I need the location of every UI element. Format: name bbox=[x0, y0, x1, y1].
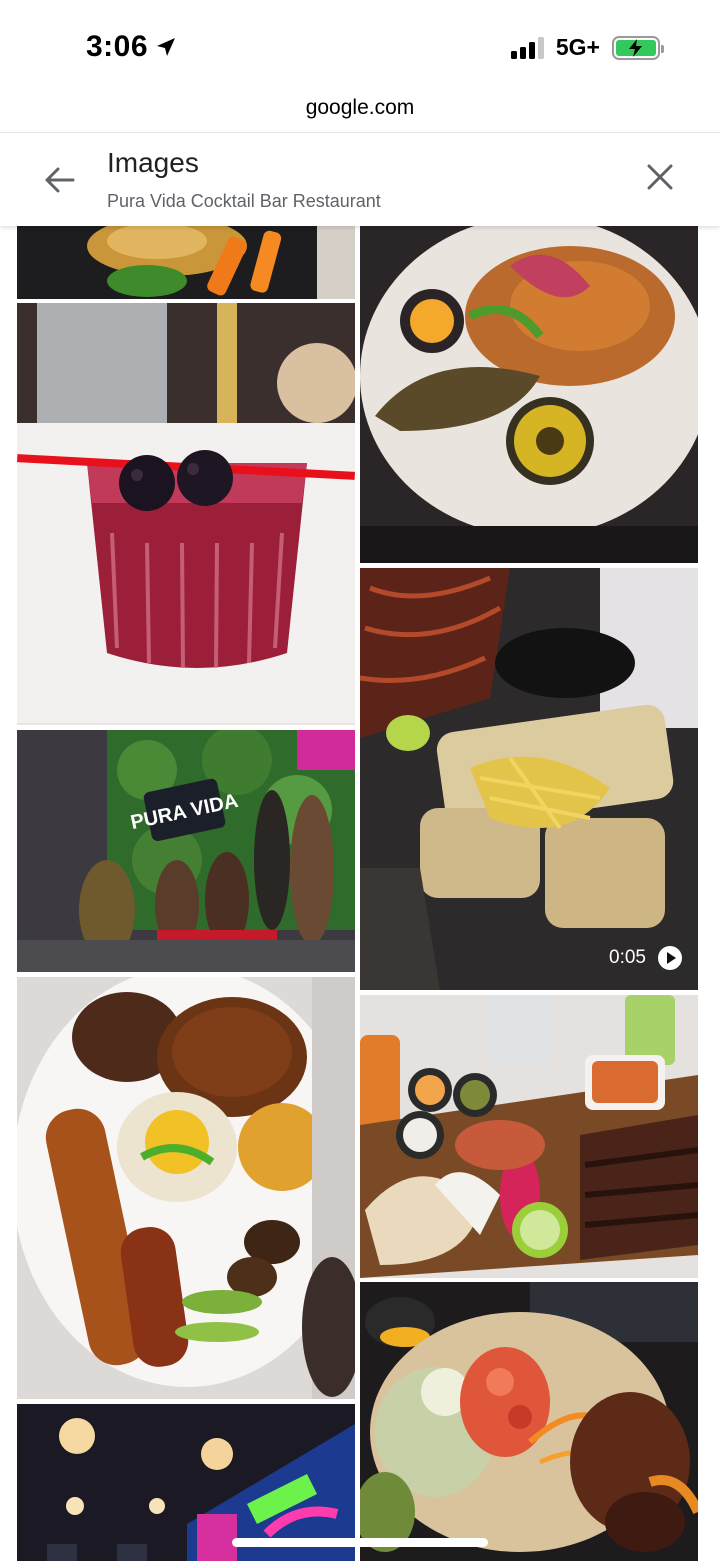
close-icon bbox=[647, 164, 673, 190]
status-time: 3:06 bbox=[86, 30, 149, 63]
image-tile-steak-board[interactable] bbox=[360, 995, 698, 1278]
video-duration: 0:05 bbox=[609, 947, 646, 968]
image-tile-salad-bowl[interactable] bbox=[360, 1282, 698, 1561]
cellular-signal-icon bbox=[510, 36, 544, 59]
image-tile-food-plate-partial[interactable] bbox=[17, 226, 355, 299]
image-tile-sushi-rolls-video[interactable]: 0:05 bbox=[360, 568, 698, 990]
image-tile-plate-tostones[interactable] bbox=[17, 977, 355, 1399]
back-button[interactable] bbox=[40, 163, 80, 197]
status-time-group: 3:06 bbox=[86, 30, 178, 64]
status-bar: 3:06 5G+ bbox=[0, 0, 720, 96]
battery-charging-icon bbox=[612, 35, 664, 60]
images-header: Images Pura Vida Cocktail Bar Restaurant bbox=[0, 132, 720, 226]
search-query-subtitle: Pura Vida Cocktail Bar Restaurant bbox=[107, 191, 381, 211]
image-results-grid: PURA VIDA 0:05 bbox=[0, 226, 720, 1561]
video-duration-badge: 0:05 bbox=[609, 946, 682, 970]
status-right-group: 5G+ bbox=[510, 34, 664, 61]
close-button[interactable] bbox=[644, 161, 676, 193]
image-tile-platter-plantain[interactable] bbox=[360, 226, 698, 563]
url-display[interactable]: google.com bbox=[0, 96, 720, 132]
home-indicator[interactable] bbox=[232, 1538, 488, 1547]
play-icon bbox=[658, 946, 682, 970]
image-tile-group-photo-wall[interactable]: PURA VIDA bbox=[17, 730, 355, 972]
image-tile-cocktail-blackberry[interactable] bbox=[17, 303, 355, 725]
network-type: 5G+ bbox=[555, 34, 600, 60]
location-arrow-icon bbox=[157, 38, 176, 56]
page-title: Images bbox=[107, 147, 199, 178]
arrow-left-icon bbox=[45, 167, 75, 193]
